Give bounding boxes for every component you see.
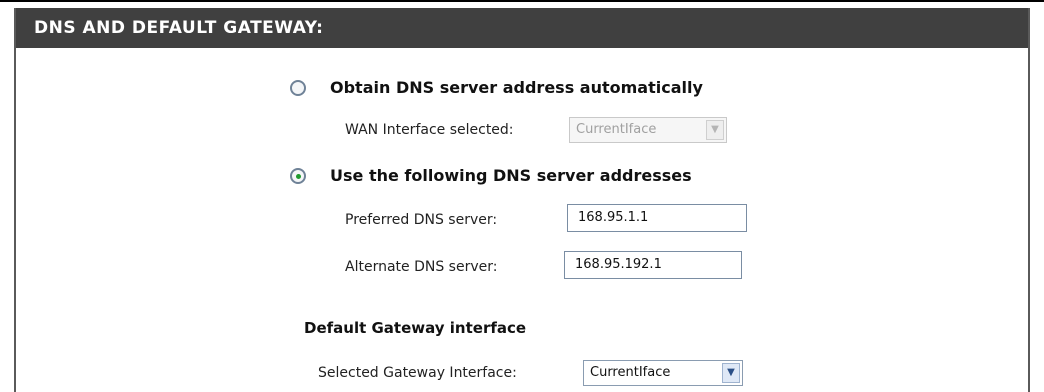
gateway-interface-select[interactable]: CurrentIface ▼ — [583, 360, 743, 386]
radio-selected-dot — [296, 174, 301, 179]
alternate-dns-input[interactable]: 168.95.192.1 — [564, 251, 742, 279]
alternate-dns-label: Alternate DNS server: — [345, 259, 498, 275]
gateway-interface-value: CurrentIface — [590, 365, 671, 380]
section-title: DNS AND DEFAULT GATEWAY: — [16, 8, 1028, 48]
dns-auto-label: Obtain DNS server address automatically — [330, 78, 703, 97]
page: DNS AND DEFAULT GATEWAY: Obtain DNS serv… — [0, 0, 1044, 392]
chevron-down-icon: ▼ — [706, 120, 724, 140]
top-divider — [0, 0, 1044, 2]
gateway-section-title: Default Gateway interface — [304, 319, 527, 337]
wan-interface-select[interactable]: CurrentIface ▼ — [569, 117, 727, 143]
dns-manual-radio[interactable] — [290, 168, 306, 184]
wan-interface-label: WAN Interface selected: — [345, 122, 514, 138]
gateway-interface-label: Selected Gateway Interface: — [318, 365, 517, 381]
wan-interface-value: CurrentIface — [576, 122, 657, 137]
chevron-down-icon: ▼ — [722, 363, 740, 383]
dns-manual-label: Use the following DNS server addresses — [330, 166, 692, 185]
preferred-dns-label: Preferred DNS server: — [345, 212, 498, 228]
dns-gateway-panel: DNS AND DEFAULT GATEWAY: Obtain DNS serv… — [14, 8, 1030, 392]
dns-auto-radio[interactable] — [290, 80, 306, 96]
preferred-dns-input[interactable]: 168.95.1.1 — [567, 204, 747, 232]
